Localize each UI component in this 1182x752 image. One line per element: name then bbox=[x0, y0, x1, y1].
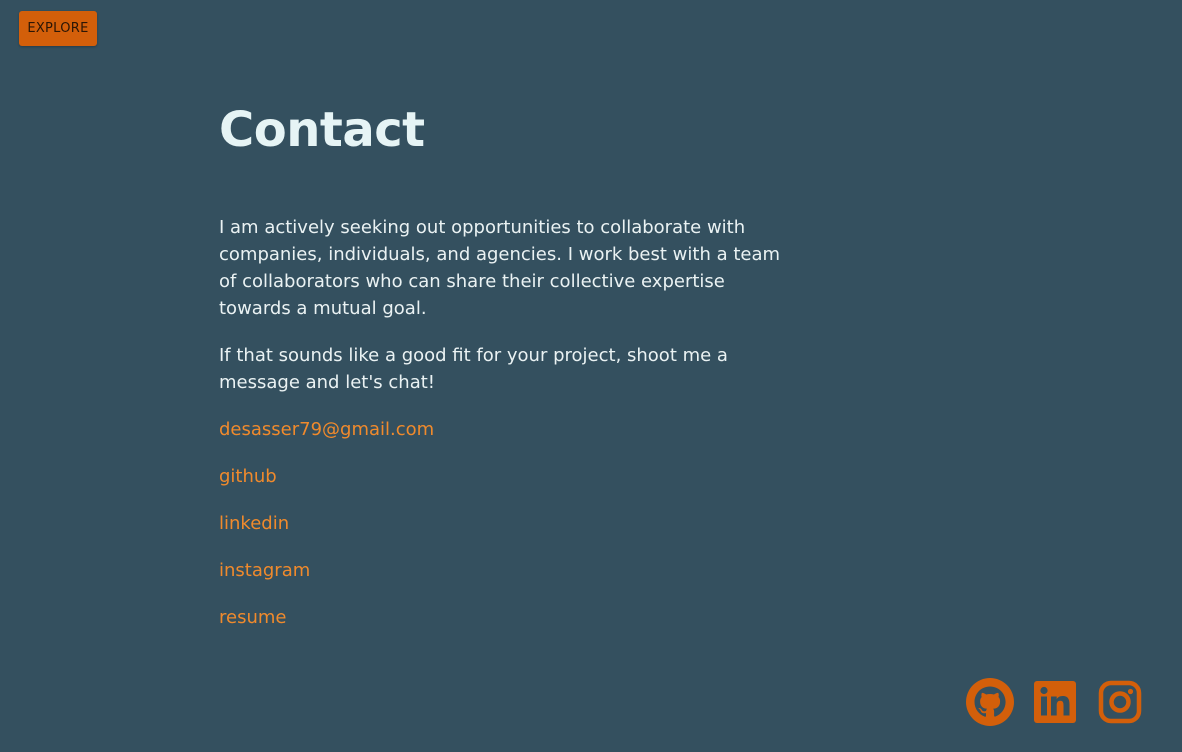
instagram-icon[interactable] bbox=[1096, 678, 1144, 726]
instagram-link[interactable]: instagram bbox=[219, 557, 310, 584]
page-title: Contact bbox=[219, 102, 425, 158]
resume-link[interactable]: resume bbox=[219, 604, 286, 631]
social-icons bbox=[966, 678, 1144, 726]
explore-button[interactable]: EXPLORE bbox=[19, 11, 97, 46]
contact-page: EXPLORE Contact I am actively seeking ou… bbox=[0, 0, 1182, 752]
contact-content: Contact I am actively seeking out opport… bbox=[219, 100, 799, 651]
linkedin-icon[interactable] bbox=[1031, 678, 1079, 726]
linkedin-link[interactable]: linkedin bbox=[219, 510, 289, 537]
github-icon[interactable] bbox=[966, 678, 1014, 726]
cta-paragraph: If that sounds like a good fit for your … bbox=[219, 345, 728, 393]
email-link[interactable]: desasser79@gmail.com bbox=[219, 416, 434, 443]
github-link[interactable]: github bbox=[219, 463, 277, 490]
contact-links: desasser79@gmail.com github linkedin ins… bbox=[219, 416, 799, 631]
intro-paragraph: I am actively seeking out opportunities … bbox=[219, 217, 781, 319]
